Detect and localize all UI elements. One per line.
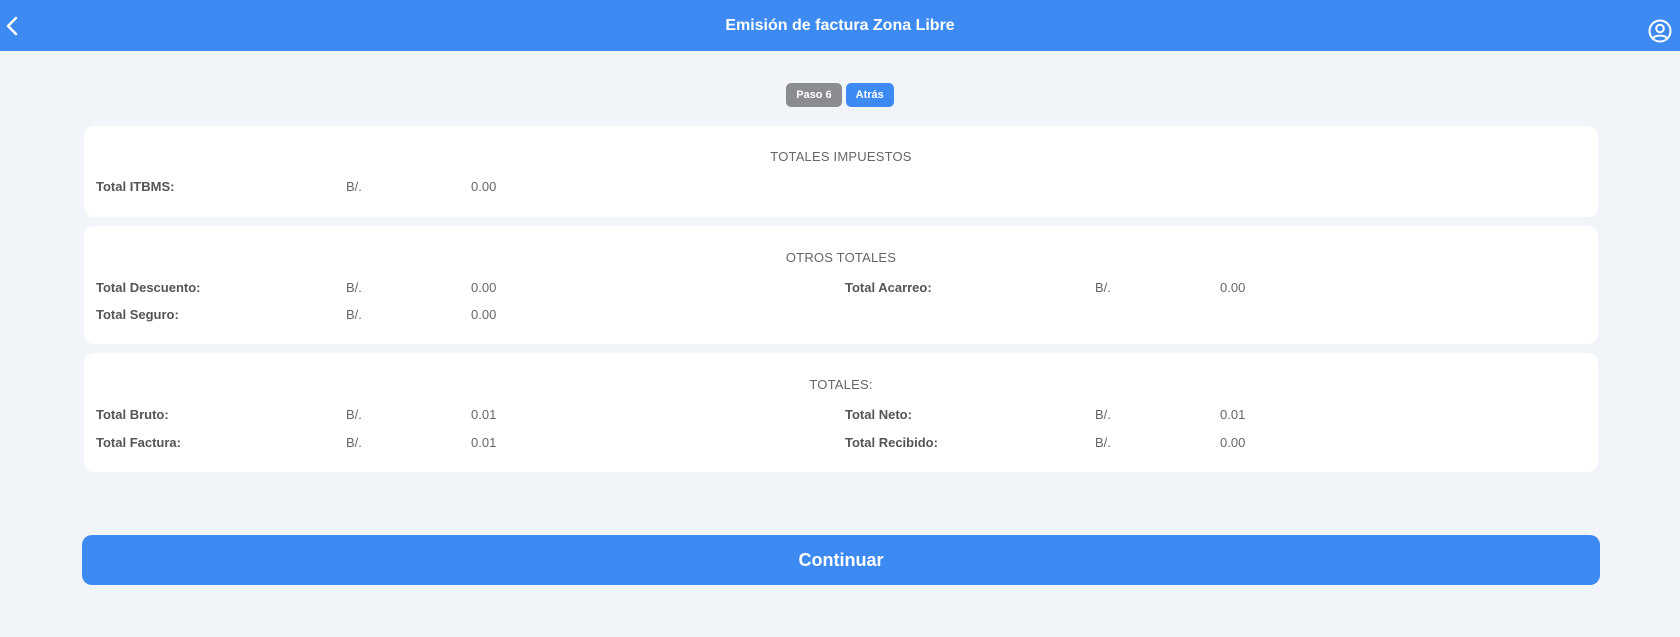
chevron-left-icon [6,16,18,36]
freight-value: 0.00 [1220,280,1246,295]
invoice-label: Total Factura: [96,435,181,450]
user-circle-icon [1648,19,1672,43]
insurance-value: 0.00 [471,307,497,322]
totals-card-title: TOTALES: [809,377,873,392]
discount-currency: B/. [346,280,362,295]
itbms-value: 0.00 [471,179,497,194]
back-button[interactable] [2,16,22,36]
insurance-label: Total Seguro: [96,307,179,322]
discount-value: 0.00 [471,280,497,295]
itbms-currency: B/. [346,179,362,194]
continue-button[interactable]: Continuar [82,535,1600,585]
totals-card: TOTALES: Total Bruto: B/. 0.01 Total Net… [84,353,1598,472]
received-currency: B/. [1095,435,1111,450]
discount-label: Total Descuento: [96,280,201,295]
net-label: Total Neto: [845,407,912,422]
step-badge: Paso 6 [786,83,842,107]
step-indicator: Paso 6 Atrás [0,83,1680,107]
other-totals-card: OTROS TOTALES Total Descuento: B/. 0.00 … [84,226,1598,344]
received-label: Total Recibido: [845,435,938,450]
other-totals-card-title: OTROS TOTALES [785,250,897,265]
page-title: Emisión de factura Zona Libre [725,16,955,34]
itbms-label: Total ITBMS: [96,179,175,194]
gross-label: Total Bruto: [96,407,169,422]
gross-value: 0.01 [471,407,497,422]
top-bar: Emisión de factura Zona Libre [0,0,1680,51]
received-value: 0.00 [1220,435,1246,450]
insurance-currency: B/. [346,307,362,322]
freight-currency: B/. [1095,280,1111,295]
invoice-currency: B/. [346,435,362,450]
net-value: 0.01 [1220,407,1246,422]
invoice-value: 0.01 [471,435,497,450]
taxes-card-title: TOTALES IMPUESTOS [770,149,912,164]
freight-label: Total Acarreo: [845,280,932,295]
back-step-button[interactable]: Atrás [845,83,894,107]
taxes-card: TOTALES IMPUESTOS Total ITBMS: B/. 0.00 [84,126,1598,217]
user-profile-button[interactable] [1648,19,1672,43]
gross-currency: B/. [346,407,362,422]
net-currency: B/. [1095,407,1111,422]
